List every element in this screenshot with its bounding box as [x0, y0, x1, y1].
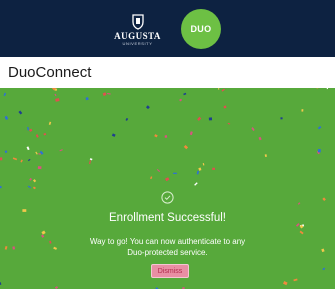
confetti-piece [102, 92, 107, 97]
confetti-piece [107, 92, 111, 95]
confetti-background [0, 88, 328, 289]
university-name: AUGUSTA [114, 30, 161, 41]
confetti-piece [264, 154, 267, 158]
confetti-piece [89, 158, 93, 161]
confetti-piece [198, 167, 202, 171]
confetti-piece [54, 93, 57, 97]
confetti-piece [35, 151, 38, 155]
page-title: DuoConnect [8, 64, 92, 81]
confetti-piece [322, 197, 326, 201]
augusta-university-logo: AUGUSTA UNIVERSITY [114, 13, 161, 46]
confetti-piece [12, 157, 18, 161]
confetti-piece [111, 133, 116, 137]
confetti-piece [18, 110, 23, 115]
check-circle-icon [161, 191, 174, 204]
confetti-piece [0, 157, 3, 161]
confetti-piece [3, 92, 7, 97]
confetti-piece [280, 117, 283, 120]
confetti-piece [145, 105, 150, 110]
confetti-piece [165, 177, 170, 182]
confetti-piece [4, 115, 9, 120]
confetti-piece [20, 159, 23, 163]
confetti-piece [0, 185, 2, 189]
confetti-piece [317, 126, 322, 130]
confetti-piece [43, 132, 47, 136]
message-line-2: Duo-protected service. [127, 248, 208, 257]
confetti-piece [293, 278, 298, 282]
confetti-piece [173, 172, 177, 174]
confetti-piece [41, 230, 46, 235]
confetti-piece [27, 126, 29, 131]
confetti-piece [154, 134, 158, 138]
confetti-piece [283, 281, 288, 286]
confetti-piece [189, 131, 193, 136]
confetti-piece [196, 170, 200, 175]
confetti-piece [297, 202, 301, 205]
confetti-piece [38, 153, 41, 155]
confetti-piece [251, 127, 255, 131]
confetti-piece [299, 230, 304, 235]
confetti-piece [258, 136, 262, 141]
confetti-piece [125, 117, 129, 121]
enrollment-success-title: Enrollment Successful! [109, 212, 226, 224]
confetti-piece [55, 98, 60, 102]
header-bar: AUGUSTA UNIVERSITY DUO [0, 0, 335, 57]
confetti-piece [197, 116, 202, 121]
confetti-piece [59, 149, 63, 152]
confetti-piece [194, 182, 198, 186]
confetti-piece [27, 158, 31, 162]
confetti-piece [317, 149, 321, 153]
enrollment-success-message: Way to go! You can now authenticate to a… [0, 236, 335, 258]
confetti-piece [37, 166, 42, 170]
augusta-crest-icon [131, 13, 144, 30]
confetti-piece [183, 144, 189, 150]
confetti-piece [164, 135, 168, 138]
confetti-piece [32, 186, 36, 190]
confetti-piece [32, 179, 37, 183]
confetti-piece [26, 146, 30, 151]
confetti-piece [48, 121, 52, 125]
confetti-piece [0, 282, 2, 286]
confetti-piece [218, 88, 220, 90]
confetti-piece [301, 109, 304, 112]
confetti-piece [85, 97, 89, 101]
confetti-piece [179, 98, 183, 102]
confetti-piece [227, 122, 231, 125]
dismiss-button[interactable]: Dismiss [151, 264, 189, 278]
confetti-piece [156, 168, 161, 173]
confetti-piece [150, 176, 153, 180]
confetti-piece [29, 177, 33, 181]
confetti-piece [183, 92, 187, 96]
confetti-piece [4, 150, 8, 154]
duo-logo: DUO [180, 8, 221, 49]
enrollment-success-panel: Enrollment Successful! Way to go! You ca… [0, 88, 335, 289]
confetti-piece [202, 162, 205, 166]
confetti-piece [29, 128, 33, 132]
confetti-piece [35, 134, 39, 138]
confetti-piece [223, 105, 227, 109]
confetti-piece [212, 167, 215, 170]
university-subtitle: UNIVERSITY [122, 40, 153, 46]
confetti-piece [326, 88, 328, 90]
confetti-piece [208, 117, 213, 121]
confetti-piece [221, 88, 226, 92]
confetti-piece [89, 160, 91, 165]
confetti-piece [27, 185, 32, 189]
duo-logo-text: DUO [190, 23, 212, 34]
message-line-1: Way to go! You can now authenticate to a… [89, 237, 246, 246]
confetti-piece [322, 267, 326, 271]
